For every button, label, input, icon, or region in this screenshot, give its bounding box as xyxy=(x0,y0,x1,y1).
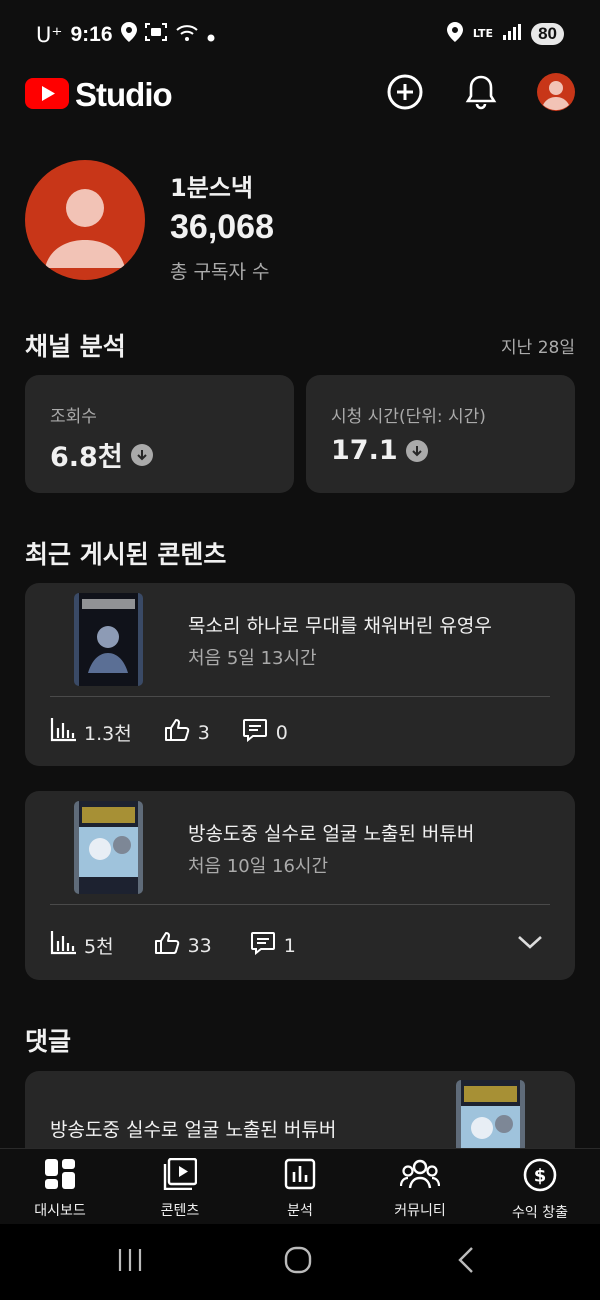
add-circle-icon xyxy=(387,74,423,114)
video-likes: 33 xyxy=(154,931,212,960)
community-icon xyxy=(399,1158,441,1194)
views-card[interactable]: 조회수 6.8천 xyxy=(25,375,294,493)
video-card[interactable]: 방송도중 실수로 얼굴 노출된 버튜버 처음 10일 16시간 5천 33 1 xyxy=(25,791,575,980)
status-bar: U⁺ 9:16 LTE 80 xyxy=(0,0,600,70)
clock: 9:16 xyxy=(70,22,113,46)
notification-dot-icon xyxy=(207,23,215,47)
chevron-down-icon xyxy=(517,934,543,954)
home-button[interactable] xyxy=(278,1244,318,1280)
channel-header: 1분스낵 36,068 총 구독자 수 xyxy=(25,160,575,283)
nav-monetization[interactable]: $ 수익 창출 xyxy=(480,1149,600,1224)
bottom-navigation: 대시보드 콘텐츠 분석 커뮤니티 $ 수익 창출 xyxy=(0,1148,600,1224)
comments-title: 댓글 xyxy=(25,1027,72,1056)
recent-apps-button[interactable] xyxy=(110,1244,150,1280)
create-button[interactable] xyxy=(385,74,425,114)
nav-label: 수익 창출 xyxy=(512,1205,568,1221)
watch-time-label: 시청 시간(단위: 시간) xyxy=(331,407,486,427)
nav-dashboard[interactable]: 대시보드 xyxy=(0,1149,120,1224)
home-icon xyxy=(284,1246,312,1278)
bar-chart-icon xyxy=(50,931,76,960)
views-count: 5천 xyxy=(84,936,114,958)
back-button[interactable] xyxy=(446,1244,486,1280)
nav-community[interactable]: 커뮤니티 xyxy=(360,1149,480,1224)
likes-count: 33 xyxy=(187,934,212,957)
subscriber-label: 총 구독자 수 xyxy=(170,261,270,283)
logo-text: Studio xyxy=(75,76,173,113)
views-value: 6.8천 xyxy=(50,442,123,473)
expand-button[interactable] xyxy=(515,929,545,959)
video-title: 방송도중 실수로 얼굴 노출된 버튜버 xyxy=(188,823,475,845)
notifications-button[interactable] xyxy=(461,74,501,114)
nav-label: 분석 xyxy=(287,1203,313,1219)
recent-content-title: 최근 게시된 콘텐츠 xyxy=(25,540,227,569)
content-icon xyxy=(163,1157,198,1194)
system-navigation-bar xyxy=(0,1224,600,1300)
video-likes: 3 xyxy=(164,718,210,747)
video-thumbnail[interactable] xyxy=(74,593,143,686)
bar-chart-icon xyxy=(50,718,76,747)
watch-time-value: 17.1 xyxy=(331,435,398,466)
screenshot-icon xyxy=(144,22,167,47)
comments-count: 1 xyxy=(283,934,296,957)
svg-text:$: $ xyxy=(534,1166,547,1187)
video-thumbnail[interactable] xyxy=(74,801,143,894)
nav-label: 대시보드 xyxy=(34,1203,86,1219)
comment-icon xyxy=(242,718,268,747)
video-title: 목소리 하나로 무대를 채워버린 유영우 xyxy=(188,615,492,637)
video-comments: 0 xyxy=(242,718,288,747)
studio-logo[interactable]: Studio xyxy=(25,76,173,114)
video-card[interactable]: 목소리 하나로 무대를 채워버린 유영우 처음 5일 13시간 1.3천 3 0 xyxy=(25,583,575,766)
likes-count: 3 xyxy=(197,721,210,744)
dashboard-icon xyxy=(44,1158,76,1194)
signal-icon xyxy=(503,24,522,43)
bell-icon xyxy=(465,74,497,114)
app-bar: Studio xyxy=(0,70,600,120)
monetization-icon: $ xyxy=(523,1158,557,1196)
card-divider xyxy=(50,904,550,905)
video-meta: 처음 5일 13시간 xyxy=(188,648,317,669)
video-views: 5천 xyxy=(50,931,114,960)
youtube-play-icon xyxy=(25,77,69,113)
trend-down-icon xyxy=(405,439,428,462)
trend-down-icon xyxy=(130,443,153,466)
comments-count: 0 xyxy=(275,721,288,744)
channel-avatar[interactable] xyxy=(25,160,145,280)
back-icon xyxy=(456,1246,476,1278)
analytics-period: 지난 28일 xyxy=(501,338,575,358)
nav-analytics[interactable]: 분석 xyxy=(240,1149,360,1224)
recent-apps-icon xyxy=(117,1247,143,1277)
network-type-label: LTE xyxy=(472,27,494,40)
video-views: 1.3천 xyxy=(50,718,132,747)
location-icon xyxy=(120,22,137,47)
channel-name: 1분스낵 xyxy=(170,174,253,202)
watch-time-card[interactable]: 시청 시간(단위: 시간) 17.1 xyxy=(306,375,575,493)
subscriber-count: 36,068 xyxy=(170,208,274,246)
views-count: 1.3천 xyxy=(84,723,132,745)
nav-label: 커뮤니티 xyxy=(394,1203,446,1219)
video-comments: 1 xyxy=(250,931,296,960)
analytics-title: 채널 분석 xyxy=(25,332,126,361)
location-icon xyxy=(446,22,463,45)
thumbs-up-icon xyxy=(164,718,190,747)
battery-indicator: 80 xyxy=(531,22,564,45)
avatar xyxy=(537,73,575,115)
comment-video-title: 방송도중 실수로 얼굴 노출된 버튜버 xyxy=(50,1119,337,1141)
nav-content[interactable]: 콘텐츠 xyxy=(120,1149,240,1224)
wifi-icon xyxy=(175,23,199,47)
carrier-label: U⁺ xyxy=(36,22,63,47)
views-label: 조회수 xyxy=(50,407,97,427)
video-meta: 처음 10일 16시간 xyxy=(188,856,329,877)
nav-label: 콘텐츠 xyxy=(160,1203,200,1219)
comment-icon xyxy=(250,931,276,960)
thumbs-up-icon xyxy=(154,931,180,960)
account-avatar-button[interactable] xyxy=(536,73,576,115)
analytics-icon xyxy=(284,1158,316,1194)
card-divider xyxy=(50,696,550,697)
